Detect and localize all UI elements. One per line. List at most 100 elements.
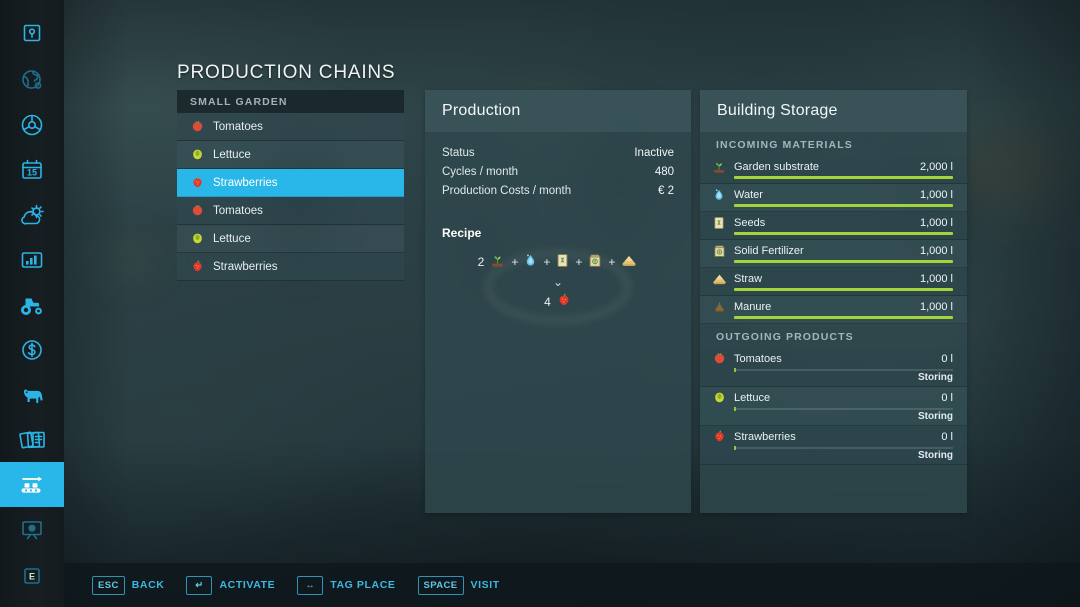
storage-row[interactable]: Water 1,000 l (700, 184, 967, 212)
help-bar: ESC BACK ↵ ACTIVATE ↔ TAG PLACE SPACE VI… (64, 563, 1080, 607)
list-item[interactable]: Tomatoes (177, 113, 404, 141)
sidebar-item-key-e[interactable]: E (0, 553, 64, 598)
map-pin-icon (20, 21, 44, 45)
list-item[interactable]: Strawberries (177, 253, 404, 281)
production-panel-title: Production (425, 90, 691, 132)
key-esc: ESC (92, 575, 125, 595)
outgoing-row-status: Storing (918, 450, 953, 461)
sidebar-item-vehicles[interactable] (0, 102, 64, 147)
contracts-icon (17, 427, 47, 453)
seeds-icon (710, 215, 728, 231)
animals-icon (17, 383, 47, 407)
outgoing-fill-bar (734, 446, 953, 450)
sidebar-item-weather[interactable] (0, 192, 64, 237)
building-storage-panel: Building Storage INCOMING MATERIALS Gard… (700, 90, 967, 513)
tomato-icon (187, 118, 207, 136)
outgoing-row[interactable]: Lettuce 0 l Storing (700, 387, 967, 426)
outgoing-products-header: OUTGOING PRODUCTS (716, 331, 854, 343)
storage-fill-bar (734, 232, 953, 235)
outgoing-row-value: 0 l (941, 352, 953, 365)
lettuce-icon (710, 390, 728, 406)
sidebar-item-world[interactable] (0, 57, 64, 102)
sidebar-item-map[interactable] (0, 10, 64, 55)
storage-row-value: 1,000 l (919, 244, 953, 257)
key-e-label: E (29, 571, 35, 581)
key-enter: ↵ (186, 575, 213, 595)
storage-row-label: Manure (734, 300, 772, 313)
calendar-day-value: 15 (27, 167, 37, 177)
weather-icon (18, 202, 46, 228)
outgoing-row[interactable]: Strawberries 0 l Storing (700, 426, 967, 465)
production-chains-icon (16, 471, 48, 499)
outgoing-row-label: Tomatoes (734, 352, 782, 365)
stat-value: € 2 (658, 185, 674, 197)
list-item-label: Strawberries (213, 260, 278, 273)
stat-value: 480 (654, 166, 674, 178)
statistics-icon (19, 248, 45, 272)
help-label-activate: ACTIVATE (219, 579, 276, 591)
help-label-back: BACK (131, 579, 165, 591)
list-item[interactable]: Lettuce (177, 225, 404, 253)
production-list-panel: SMALL GARDEN Tomatoes Lettuce Strawberri… (177, 90, 404, 281)
garden-substrate-icon (710, 159, 728, 175)
help-action-tag-place[interactable]: ↔ TAG PLACE (297, 575, 396, 595)
stat-label: Production Costs / month (442, 185, 572, 197)
sidebar-item-animals[interactable] (0, 372, 64, 417)
plus-symbol: + (608, 255, 616, 269)
strawberry-icon (710, 429, 728, 445)
storage-row[interactable]: Seeds 1,000 l (700, 212, 967, 240)
list-item-label: Strawberries (213, 176, 278, 189)
sidebar-item-calendar[interactable]: 15 (0, 147, 64, 192)
outgoing-row-value: 0 l (941, 391, 953, 404)
production-chains-screen: 15 E PRODUCTION CHAINS SMALL GARDEN Toma… (0, 0, 1080, 607)
storage-row[interactable]: Straw 1,000 l (700, 268, 967, 296)
list-item-selected[interactable]: Strawberries (177, 169, 404, 197)
stat-cycles-per-month: Cycles / month 480 (442, 163, 674, 182)
help-action-activate[interactable]: ↵ ACTIVATE (186, 575, 276, 595)
recipe-input-amount: 2 (477, 255, 485, 269)
list-item-label: Lettuce (213, 148, 251, 161)
sidebar-item-vehicle-list[interactable] (0, 282, 64, 327)
sidebar-item-finances[interactable] (0, 327, 64, 372)
list-group-header: SMALL GARDEN (177, 90, 404, 113)
storage-row-label: Solid Fertilizer (734, 244, 804, 257)
help-label-tag-place: TAG PLACE (330, 579, 396, 591)
storage-row[interactable]: Manure 1,000 l (700, 296, 967, 324)
storage-row-value: 1,000 l (919, 300, 953, 313)
outgoing-fill-bar (734, 368, 953, 372)
storage-row-value: 2,000 l (919, 160, 953, 173)
list-item[interactable]: Tomatoes (177, 197, 404, 225)
outgoing-fill-bar (734, 407, 953, 411)
storage-row[interactable]: Garden substrate 2,000 l (700, 156, 967, 184)
storage-row[interactable]: Solid Fertilizer 1,000 l (700, 240, 967, 268)
tractor-icon (17, 293, 47, 317)
stat-value: Inactive (634, 147, 674, 159)
storage-row-value: 1,000 l (919, 188, 953, 201)
key-space: SPACE (417, 575, 464, 595)
list-item-label: Lettuce (213, 232, 251, 245)
recipe-title: Recipe (442, 226, 482, 240)
sidebar-item-gallery[interactable] (0, 507, 64, 552)
list-item[interactable]: Lettuce (177, 141, 404, 169)
storage-row-value: 1,000 l (919, 272, 953, 285)
storage-fill-bar (734, 176, 953, 179)
straw-icon (710, 271, 728, 287)
outgoing-row-value: 0 l (941, 430, 953, 443)
outgoing-row-label: Lettuce (734, 391, 771, 404)
straw-icon (620, 253, 638, 271)
steering-wheel-icon (18, 111, 46, 139)
lettuce-icon (187, 230, 207, 248)
sidebar-item-contracts[interactable] (0, 417, 64, 462)
seeds-icon (555, 252, 570, 272)
help-action-visit[interactable]: SPACE VISIT (417, 575, 500, 595)
water-icon (710, 187, 728, 203)
plus-symbol: + (575, 255, 583, 269)
sidebar-item-statistics[interactable] (0, 237, 64, 282)
sidebar-item-production-chains[interactable] (0, 462, 64, 507)
outgoing-row[interactable]: Tomatoes 0 l Storing (700, 348, 967, 387)
help-action-back[interactable]: ESC BACK (92, 575, 165, 595)
list-item-label: Tomatoes (213, 204, 263, 217)
list-item-label: Tomatoes (213, 120, 263, 133)
tomato-icon (710, 351, 728, 367)
recipe-output: 4 (425, 292, 691, 311)
